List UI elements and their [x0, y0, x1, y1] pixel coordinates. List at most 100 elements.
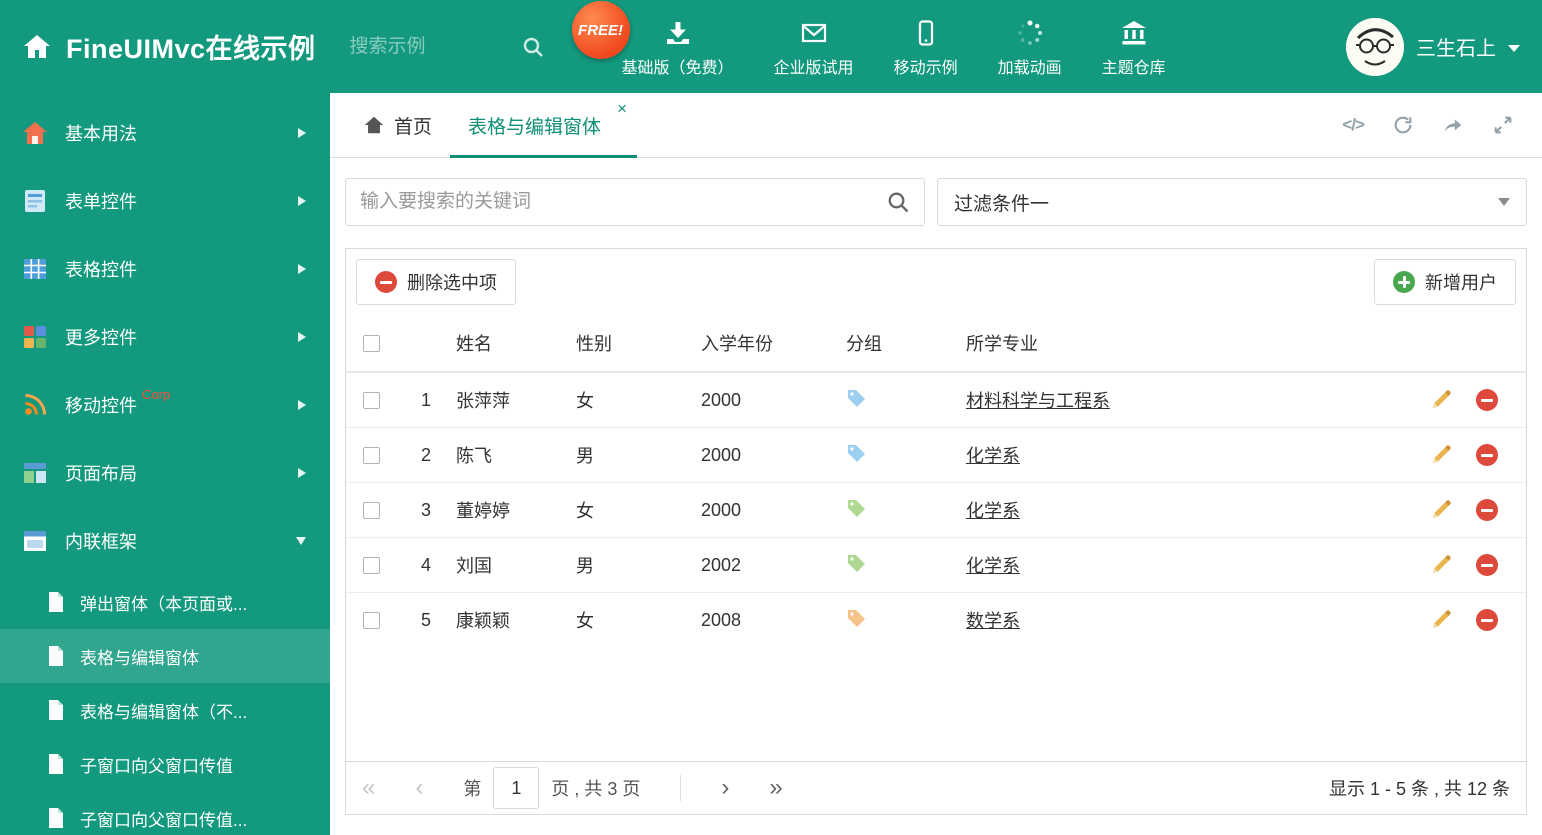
chevron-right-icon: [298, 400, 306, 410]
nav-basic-free[interactable]: FREE! 基础版（免费）: [571, 1, 734, 78]
row-checkbox[interactable]: [362, 556, 380, 574]
keyword-search: [345, 178, 925, 226]
major-link[interactable]: 数学系: [966, 611, 1020, 631]
sidebar-item-form-controls[interactable]: 表单控件: [0, 167, 330, 235]
row-checkbox[interactable]: [362, 611, 380, 629]
cell-year: 2002: [701, 554, 742, 575]
nav-loading-animation[interactable]: 加载动画: [998, 15, 1062, 78]
chevron-right-icon: [298, 332, 306, 342]
edit-icon[interactable]: [1430, 389, 1452, 411]
cell-name: 康颖颖: [456, 611, 510, 631]
cell-name: 董婷婷: [456, 501, 510, 521]
row-number: 4: [420, 554, 431, 575]
row-checkbox[interactable]: [362, 391, 380, 409]
sidebar-item-inline-frame[interactable]: 内联框架: [0, 507, 330, 575]
search-icon[interactable]: [522, 36, 544, 58]
delete-selected-button[interactable]: 删除选中项: [356, 259, 516, 305]
content-area: 过滤条件一 删除选中项 新增用户: [330, 158, 1542, 835]
chevron-right-icon: [298, 264, 306, 274]
table-row[interactable]: 1 张萍萍 女 2000 材料科学与工程系: [346, 372, 1526, 427]
close-icon[interactable]: ×: [617, 100, 627, 117]
chevron-right-icon: [298, 128, 306, 138]
sidebar-item-grid-controls[interactable]: 表格控件: [0, 235, 330, 303]
keyword-search-input[interactable]: [360, 191, 886, 213]
tab-grid-edit-window[interactable]: 表格与编辑窗体 ×: [450, 93, 638, 158]
col-name: 姓名: [456, 334, 492, 354]
filter-row: 过滤条件一: [345, 178, 1527, 226]
table-row[interactable]: 4 刘国 男 2002 化学系: [346, 537, 1526, 592]
brand[interactable]: FineUIMvc在线示例: [0, 27, 316, 66]
chevron-down-icon: [296, 537, 306, 545]
major-link[interactable]: 化学系: [966, 501, 1020, 521]
nav-label: 基础版（免费）: [621, 60, 734, 77]
sidebar-subitem-grid-edit-window[interactable]: 表格与编辑窗体: [0, 629, 330, 683]
edit-icon[interactable]: [1430, 444, 1452, 466]
edit-icon[interactable]: [1430, 609, 1452, 631]
edit-icon[interactable]: [1430, 499, 1452, 521]
signal-icon: [22, 392, 48, 418]
file-icon: [46, 591, 66, 613]
sidebar-subitem-popup-window[interactable]: 弹出窗体（本页面或...: [0, 575, 330, 629]
share-icon[interactable]: [1442, 114, 1464, 136]
expand-icon[interactable]: [1492, 114, 1514, 136]
data-table: 姓名 性别 入学年份 分组 所学专业 1 张萍萍 女 2000 材料科学与工程系…: [346, 315, 1526, 647]
select-all-checkbox[interactable]: [362, 334, 380, 352]
app-window: FineUIMvc在线示例 FREE! 基础版（免费） 企业版试用: [0, 0, 1542, 835]
edit-icon[interactable]: [1430, 554, 1452, 576]
bank-icon: [1120, 19, 1148, 47]
sidebar-item-more-controls[interactable]: 更多控件: [0, 303, 330, 371]
sidebar-item-mobile-controls[interactable]: 移动控件 Corp: [0, 371, 330, 439]
frame-icon: [22, 528, 48, 554]
nav-theme-store[interactable]: 主题仓库: [1102, 15, 1166, 78]
major-link[interactable]: 化学系: [966, 556, 1020, 576]
page-number-input[interactable]: [493, 767, 540, 809]
free-badge: FREE!: [571, 1, 630, 59]
sidebar-item-page-layout[interactable]: 页面布局: [0, 439, 330, 507]
filter-dropdown[interactable]: 过滤条件一: [937, 178, 1527, 226]
sidebar-subitem-child-to-parent-2[interactable]: 子窗口向父窗口传值...: [0, 791, 330, 835]
delete-row-icon[interactable]: [1476, 444, 1498, 466]
table-row[interactable]: 2 陈飞 男 2000 化学系: [346, 427, 1526, 482]
add-user-button[interactable]: 新增用户: [1374, 259, 1516, 305]
header-search-input[interactable]: [349, 35, 510, 58]
app-title: FineUIMvc在线示例: [66, 34, 316, 64]
sidebar: 基本用法 表单控件 表格控件 更多控件 移动控件 Corp 页面布局 内联框架 …: [0, 93, 330, 835]
table-row[interactable]: 3 董婷婷 女 2000 化学系: [346, 482, 1526, 537]
nav-mobile-demo[interactable]: 移动示例: [894, 15, 958, 78]
last-page-icon[interactable]: »: [769, 776, 782, 800]
col-major: 所学专业: [966, 334, 1038, 354]
tag-icon: [846, 388, 866, 408]
page-prefix: 第: [463, 779, 482, 799]
sidebar-item-basic-usage[interactable]: 基本用法: [0, 99, 330, 167]
table-row[interactable]: 5 康颖颖 女 2008 数学系: [346, 592, 1526, 647]
row-checkbox[interactable]: [362, 501, 380, 519]
major-link[interactable]: 材料科学与工程系: [966, 391, 1110, 411]
prev-page-icon[interactable]: ‹: [415, 776, 423, 800]
source-code-icon[interactable]: </>: [1342, 115, 1365, 135]
layout-icon: [22, 460, 48, 486]
tag-icon: [846, 553, 866, 573]
sidebar-subitem-grid-edit-window-2[interactable]: 表格与编辑窗体（不...: [0, 683, 330, 737]
delete-row-icon[interactable]: [1476, 609, 1498, 631]
spinner-icon: [1016, 19, 1044, 47]
tag-icon: [846, 498, 866, 518]
tag-icon: [846, 443, 866, 463]
user-menu[interactable]: 三生石上: [1346, 17, 1520, 76]
tab-home[interactable]: 首页: [345, 93, 450, 157]
record-summary: 显示 1 - 5 条 , 共 12 条: [1328, 779, 1510, 799]
delete-row-icon[interactable]: [1476, 499, 1498, 521]
delete-row-icon[interactable]: [1476, 554, 1498, 576]
next-page-icon[interactable]: ›: [721, 776, 729, 800]
row-checkbox[interactable]: [362, 446, 380, 464]
delete-row-icon[interactable]: [1476, 389, 1498, 411]
first-page-icon[interactable]: «: [362, 776, 375, 800]
nav-label: 主题仓库: [1101, 60, 1166, 77]
chevron-right-icon: [298, 468, 306, 478]
refresh-icon[interactable]: [1392, 114, 1414, 136]
main-area: 首页 表格与编辑窗体 × </> 输入要搜索的关键词 过滤条件一 删除选中项 新…: [330, 93, 1542, 835]
sidebar-subitem-child-to-parent[interactable]: 子窗口向父窗口传值: [0, 737, 330, 791]
major-link[interactable]: 化学系: [966, 446, 1020, 466]
search-icon[interactable]: [886, 190, 910, 214]
nav-enterprise-trial[interactable]: 企业版试用: [774, 15, 854, 78]
file-icon: [46, 753, 66, 775]
